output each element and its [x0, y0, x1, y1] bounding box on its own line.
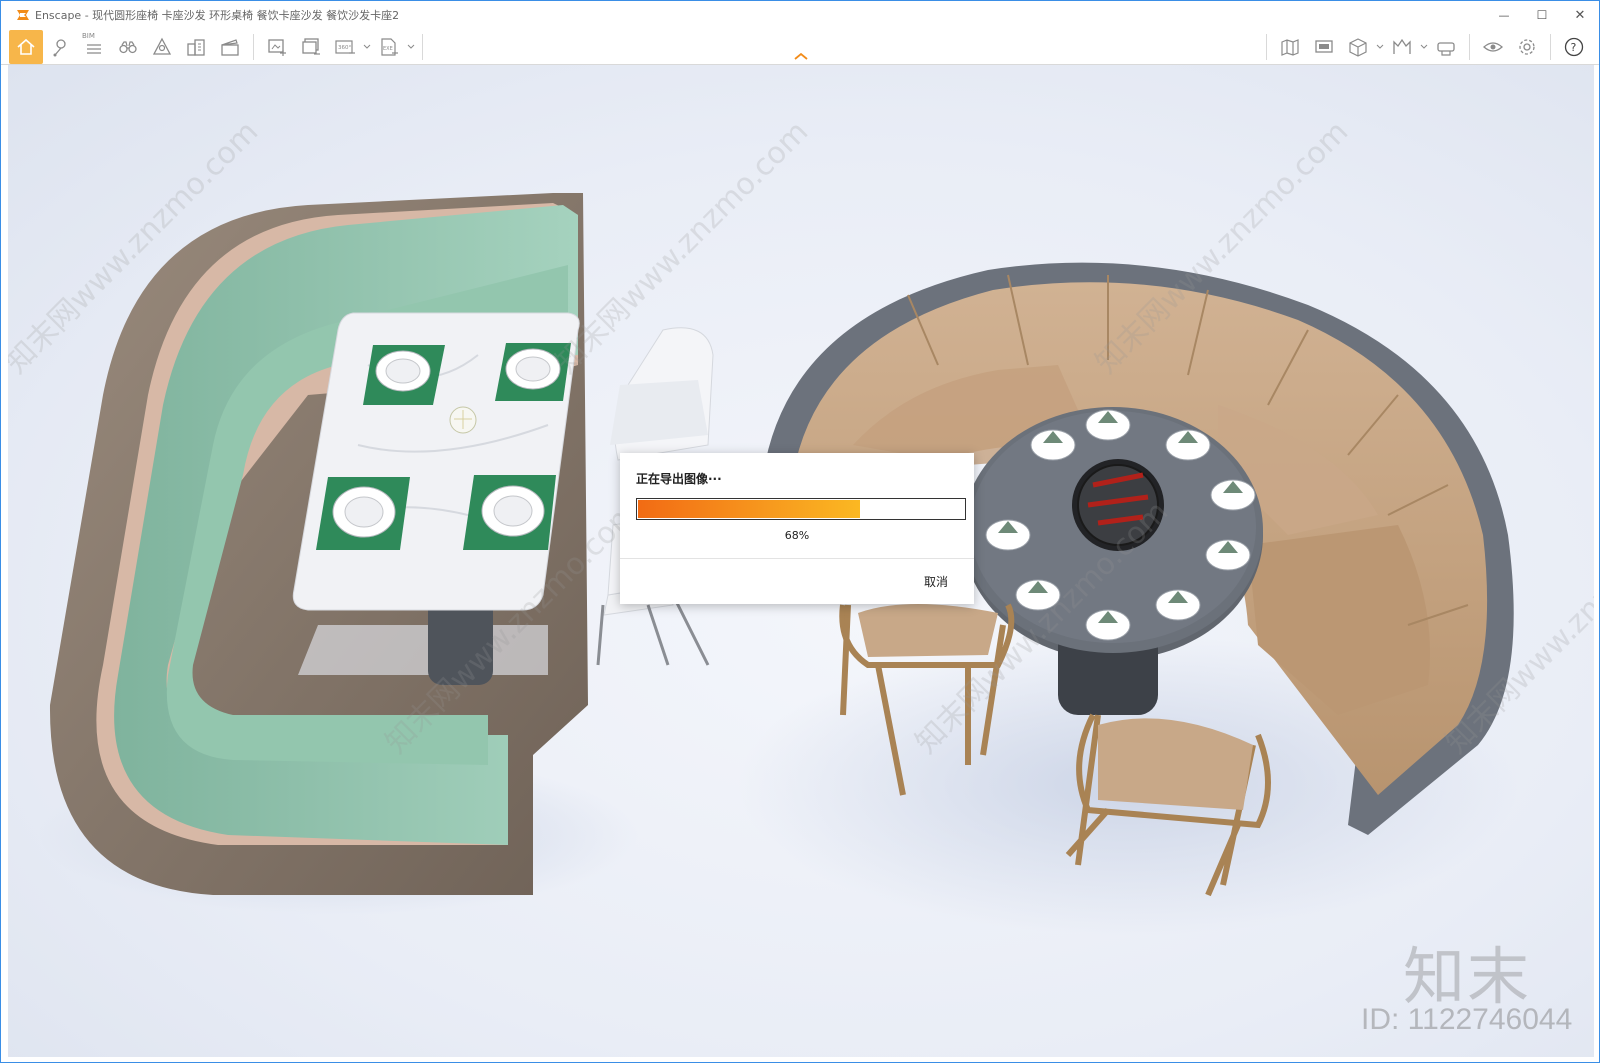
screenshot-icon: [268, 39, 286, 56]
help-button[interactable]: ?: [1557, 30, 1591, 64]
toolbar-separator: [1266, 34, 1267, 60]
asset-library-button[interactable]: [179, 30, 213, 64]
settings-button[interactable]: [1510, 30, 1544, 64]
progress-bar: [636, 498, 966, 520]
exe-badge-text: EXE: [383, 46, 393, 52]
close-icon: ✕: [1574, 7, 1586, 23]
visual-settings-button[interactable]: [1476, 30, 1510, 64]
location-pin-icon: [53, 39, 66, 57]
home-icon: [17, 38, 35, 55]
panorama-button[interactable]: 360°: [328, 30, 362, 64]
green-booth-sofa: [38, 193, 638, 915]
batch-render-button[interactable]: [294, 30, 328, 64]
sync-views-icon: [1393, 38, 1411, 54]
dialog-title: 正在导出图像···: [636, 472, 722, 486]
view-mode-dropdown[interactable]: [1375, 44, 1385, 50]
sync-dropdown[interactable]: [1419, 44, 1429, 50]
enscape-logo-icon: [17, 10, 29, 20]
cancel-button[interactable]: 取消: [912, 568, 960, 594]
watermark-id: ID: 1122746044: [1361, 1003, 1573, 1036]
atmosphere-button[interactable]: [145, 30, 179, 64]
minimize-icon: —: [1498, 8, 1510, 22]
map-icon: [1281, 39, 1299, 56]
binoculars-icon: [119, 41, 137, 54]
panorama-360-icon: 360°: [335, 40, 355, 54]
export-dropdown[interactable]: [406, 44, 416, 50]
toolbar-separator: [1469, 34, 1470, 60]
maximize-button[interactable]: ☐: [1523, 1, 1561, 29]
window-title: Enscape - 现代圆形座椅 卡座沙发 环形桌椅 餐饮卡座沙发 餐饮沙发卡座…: [35, 9, 400, 22]
monitor-icon: [1315, 40, 1333, 53]
batch-render-icon: [302, 38, 320, 55]
toolbar-separator: [422, 34, 423, 60]
gear-icon: [1519, 39, 1535, 55]
app-window: Enscape - 现代圆形座椅 卡座沙发 环形桌椅 餐饮卡座沙发 餐饮沙发卡座…: [0, 0, 1600, 1063]
chevron-down-icon: [1376, 44, 1384, 49]
panorama-dropdown[interactable]: [362, 44, 372, 50]
vr-headset-button[interactable]: [1429, 30, 1463, 64]
render-view-button[interactable]: [1307, 30, 1341, 64]
toolbar-separator: [253, 34, 254, 60]
sync-views-button[interactable]: [1385, 30, 1419, 64]
location-button[interactable]: [43, 30, 77, 64]
eye-icon: [1483, 42, 1503, 52]
collapse-toolbar-caret-icon[interactable]: [792, 51, 810, 61]
map-button[interactable]: [1273, 30, 1307, 64]
buildings-icon: [187, 39, 205, 56]
armchair-seat-cushion: [858, 604, 998, 657]
video-editor-button[interactable]: [213, 30, 247, 64]
toolbar-separator: [1550, 34, 1551, 60]
screenshot-button[interactable]: [260, 30, 294, 64]
bim-button[interactable]: BIM: [77, 30, 111, 64]
dialog-divider: [620, 558, 974, 559]
maximize-icon: ☐: [1536, 8, 1548, 22]
export-exe-icon: EXE: [381, 38, 398, 56]
panorama-badge-text: 360°: [338, 45, 351, 51]
view-mode-button[interactable]: [1341, 30, 1375, 64]
help-icon: ?: [1564, 37, 1584, 57]
close-button[interactable]: ✕: [1561, 1, 1599, 29]
vr-headset-icon: [1437, 42, 1455, 56]
minimize-button[interactable]: —: [1485, 1, 1523, 29]
chevron-down-icon: [1420, 44, 1428, 49]
bim-label: BIM: [82, 32, 95, 40]
binoculars-button[interactable]: [111, 30, 145, 64]
title-bar: Enscape - 现代圆形座椅 卡座沙发 环形桌椅 餐饮卡座沙发 餐饮沙发卡座…: [1, 1, 1599, 29]
atmosphere-icon: [152, 37, 172, 55]
progress-fill: [638, 500, 860, 518]
chevron-down-icon: [407, 44, 415, 49]
export-exe-button[interactable]: EXE: [372, 30, 406, 64]
cube-icon: [1349, 38, 1367, 57]
home-button[interactable]: [9, 30, 43, 64]
progress-percentage: 68%: [784, 529, 810, 542]
help-label: ?: [1571, 41, 1577, 54]
chevron-down-icon: [363, 44, 371, 49]
clapperboard-icon: [221, 39, 239, 56]
export-progress-dialog: 正在导出图像··· 68% 取消: [620, 453, 974, 604]
